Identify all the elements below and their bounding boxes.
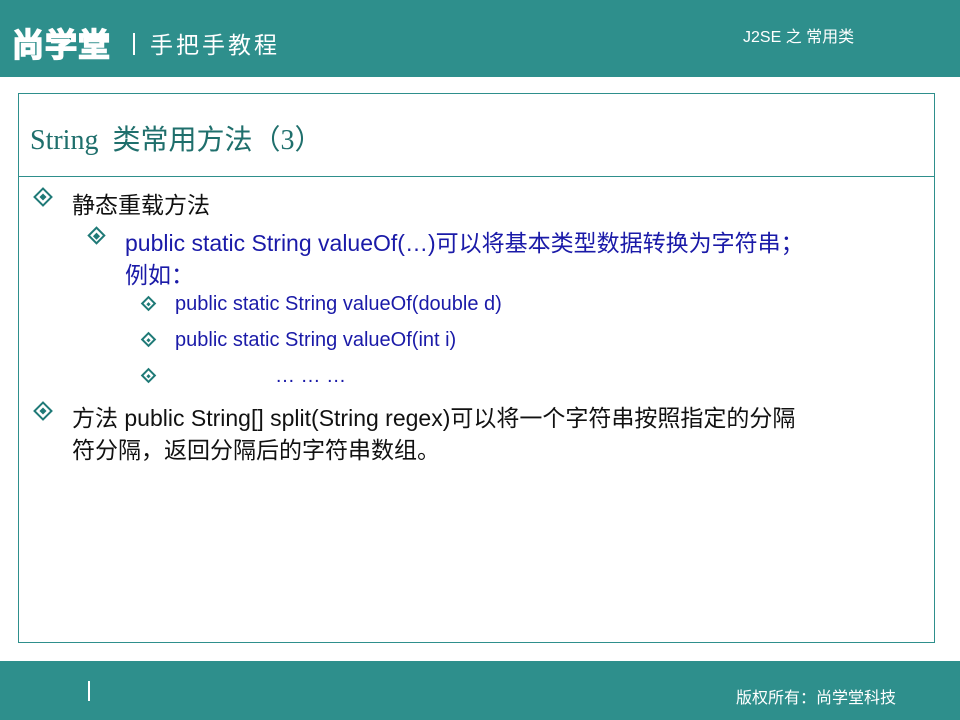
bullet-text-continued: 符分隔，返回分隔后的字符串数组。: [72, 437, 440, 463]
bullet-text-continued: 例如：: [125, 262, 194, 288]
footer-divider: [88, 681, 90, 701]
header-divider: [133, 33, 135, 55]
footer-bar: 版权所有：尚学堂科技: [0, 661, 960, 720]
header-tagline: 手把手教程: [150, 33, 280, 59]
slide-title: String 类常用方法（3）: [30, 125, 323, 156]
bullet-text: public static String valueOf(…)可以将基本类型数据…: [125, 230, 804, 256]
slide-frame: String 类常用方法（3）: [18, 93, 935, 643]
copyright-text: 版权所有：尚学堂科技: [736, 688, 897, 707]
header-bar: 尚学堂 手把手教程 J2SE 之 常用类: [0, 0, 960, 77]
bullet-text: 静态重载方法: [72, 192, 210, 218]
slide-title-row: String 类常用方法（3）: [19, 94, 934, 177]
course-title: J2SE 之 常用类: [743, 29, 855, 46]
bullet-text: … … …: [275, 365, 347, 387]
logo: 尚学堂: [11, 25, 112, 65]
bullet-text: public static String valueOf(double d): [175, 293, 502, 315]
bullet-text: 方法 public String[] split(String regex)可以…: [72, 405, 796, 431]
bullet-text: public static String valueOf(int i): [175, 329, 457, 351]
